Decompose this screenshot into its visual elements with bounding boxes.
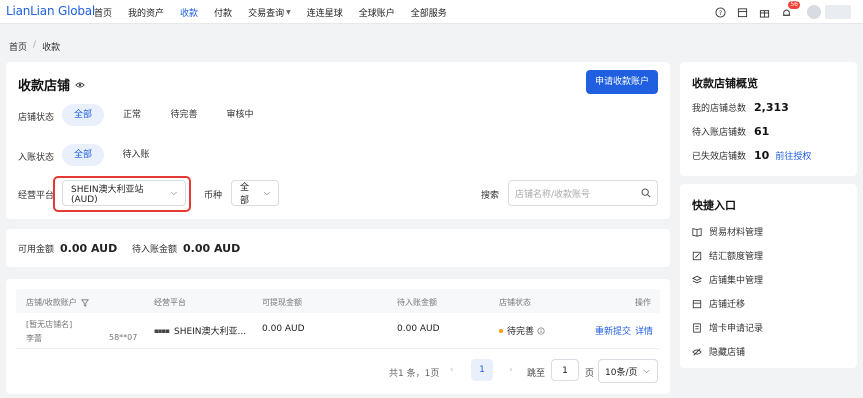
doc-list-icon [693,322,701,333]
overview-card: 收款店铺概览 我的店铺总数 2,313 待入账店铺数 61 已失效店铺数 10 … [680,62,857,176]
account-filter-pending[interactable]: 待入账 [114,144,158,166]
account-filter-all[interactable]: 全部 [62,144,104,166]
th-pending: 待入账金额 [397,298,437,307]
gift-icon[interactable] [757,5,771,19]
quick-entry-title: 快捷入口 [692,199,736,212]
status-filter-normal[interactable]: 正常 [112,104,152,126]
th-withdrawable: 可提现金额 [262,298,302,307]
overview-total-stores: 我的店铺总数 2,313 [692,101,789,114]
th-store: 店铺/收款账户 [26,297,89,308]
store-card: 收款店铺 申请收款账户 店铺状态 全部 正常 待完善 审核中 入账状态 全部 待… [6,62,670,219]
store-status-label: 店铺状态 [18,113,55,123]
table-header [16,289,660,313]
chevron-down-icon: ⌵ [643,366,650,375]
withdrawable-cell: 0.00 AUD [262,324,305,334]
available-value: 0.00 AUD [60,242,118,255]
quick-store-migration[interactable]: 店铺迁移 [692,297,745,310]
platform-cell: ▪▪▪▪ SHEIN澳大利亚... [154,326,247,338]
search-label: 搜索 [481,191,500,201]
pagination-total: 共1 条，1页 [389,369,440,379]
calendar-icon[interactable] [735,5,749,19]
nav-transactions[interactable]: 交易查询 ▼ [248,6,291,19]
nav-all-services[interactable]: 全部服务 [411,6,447,19]
store-owner: 李蕾 [26,334,42,343]
page-size-select[interactable]: 10条/页 ⌵ [598,359,658,383]
help-icon[interactable]: ? [713,5,727,19]
platform-logo-icon: ▪▪▪▪ [154,326,170,335]
pending-value: 0.00 AUD [183,242,241,255]
authorize-link[interactable]: 前往授权 [775,149,811,162]
nav-global-account[interactable]: 全球账户 [359,6,395,19]
store-account: 58**07 [109,333,138,342]
prev-page-button[interactable]: ‹ [450,365,454,375]
quick-hidden-stores[interactable]: 隐藏店铺 [692,345,745,358]
status-cell: 待完善 [499,324,545,337]
jump-label: 跳至 [527,369,546,379]
currency-label: 币种 [204,191,223,201]
nav-my-assets[interactable]: 我的资产 [128,6,164,19]
overview-pending-stores: 待入账店铺数 61 [692,125,770,138]
available-label: 可用金额 [18,245,55,255]
notification-badge: 56 [788,1,800,9]
store-icon [692,299,702,308]
book-icon [692,227,702,237]
eye-off-icon [692,347,702,356]
nav-planet[interactable]: 连连星球 [307,6,343,19]
pending-cell: 0.00 AUD [397,324,440,334]
resubmit-link[interactable]: 重新提交 [595,324,631,337]
brand-logo[interactable]: LianLian Global [6,4,95,18]
next-page-button[interactable]: › [509,365,513,375]
overview-title: 收款店铺概览 [692,77,758,90]
th-status: 店铺状态 [499,298,531,307]
table-card: 店铺/收款账户 经营平台 可提现金额 待入账金额 店铺状态 操作 [暂无店铺名]… [6,279,670,394]
platform-select[interactable]: SHEIN澳大利亚站(AUD) ⌵ [62,180,186,206]
eye-icon[interactable] [75,81,85,89]
svg-text:?: ? [718,8,721,16]
jump-input[interactable]: 1 [551,359,579,381]
bell-icon[interactable]: 56 [779,1,800,19]
nav-home[interactable]: 首页 [94,6,112,19]
status-dot [499,328,503,333]
chevron-down-icon: ⌵ [263,188,270,197]
nav-pay[interactable]: 付款 [214,6,232,19]
table-row: [暂无店铺名] 李蕾 58**07 ▪▪▪▪ SHEIN澳大利亚... 0.00… [16,313,660,349]
chevron-down-icon: ▼ [286,8,291,16]
balance-card: 可用金额 0.00 AUD 待入账金额 0.00 AUD [6,229,670,267]
page-title: 收款店铺 [18,75,85,94]
quick-card-application[interactable]: 增卡申请记录 [692,321,763,334]
status-filter-incomplete[interactable]: 待完善 [162,104,206,126]
filter-icon[interactable] [80,298,89,307]
top-nav: LianLian Global 首页 我的资产 收款 付款 交易查询 ▼ 连连星球… [0,0,863,24]
quick-trade-materials[interactable]: 贸易材料管理 [692,225,763,238]
th-platform: 经营平台 [154,298,186,307]
store-name: [暂无店铺名] [26,320,73,329]
page-unit: 页 [585,369,595,379]
overview-expired-stores: 已失效店铺数 10 前往授权 [692,149,812,162]
th-actions: 操作 [635,298,651,307]
account-status-label: 入账状态 [18,153,55,163]
search-input[interactable]: 店铺名称/收款账号 [508,180,658,206]
quick-entry-card: 快捷入口 贸易材料管理 结汇额度管理 店铺集中管理 店铺迁移 增卡申请记录 隐藏… [680,184,857,368]
breadcrumb-home[interactable]: 首页 [9,40,27,53]
status-filter-reviewing[interactable]: 审核中 [218,104,262,126]
platform-label: 经营平台 [18,191,55,201]
breadcrumb: 首页 / 收款 [9,40,61,53]
breadcrumb-current: 收款 [42,43,61,53]
apply-account-button[interactable]: 申请收款账户 [586,70,658,94]
pending-label: 待入账金额 [132,245,178,255]
quick-fx-quota[interactable]: 结汇额度管理 [692,249,763,262]
search-icon[interactable] [641,188,651,198]
status-filter-all[interactable]: 全部 [62,104,104,126]
detail-link[interactable]: 详情 [635,324,653,337]
chevron-down-icon: ⌵ [170,188,177,197]
avatar[interactable] [807,5,821,19]
nav-receive[interactable]: 收款 [180,6,198,19]
quick-store-management[interactable]: 店铺集中管理 [692,273,763,286]
page-1-button[interactable]: 1 [471,359,493,381]
layers-icon [692,275,702,283]
user-name-placeholder[interactable] [825,5,851,19]
info-icon[interactable] [537,326,545,335]
currency-select[interactable]: 全部 ⌵ [231,180,279,206]
edit-doc-icon [692,251,702,260]
